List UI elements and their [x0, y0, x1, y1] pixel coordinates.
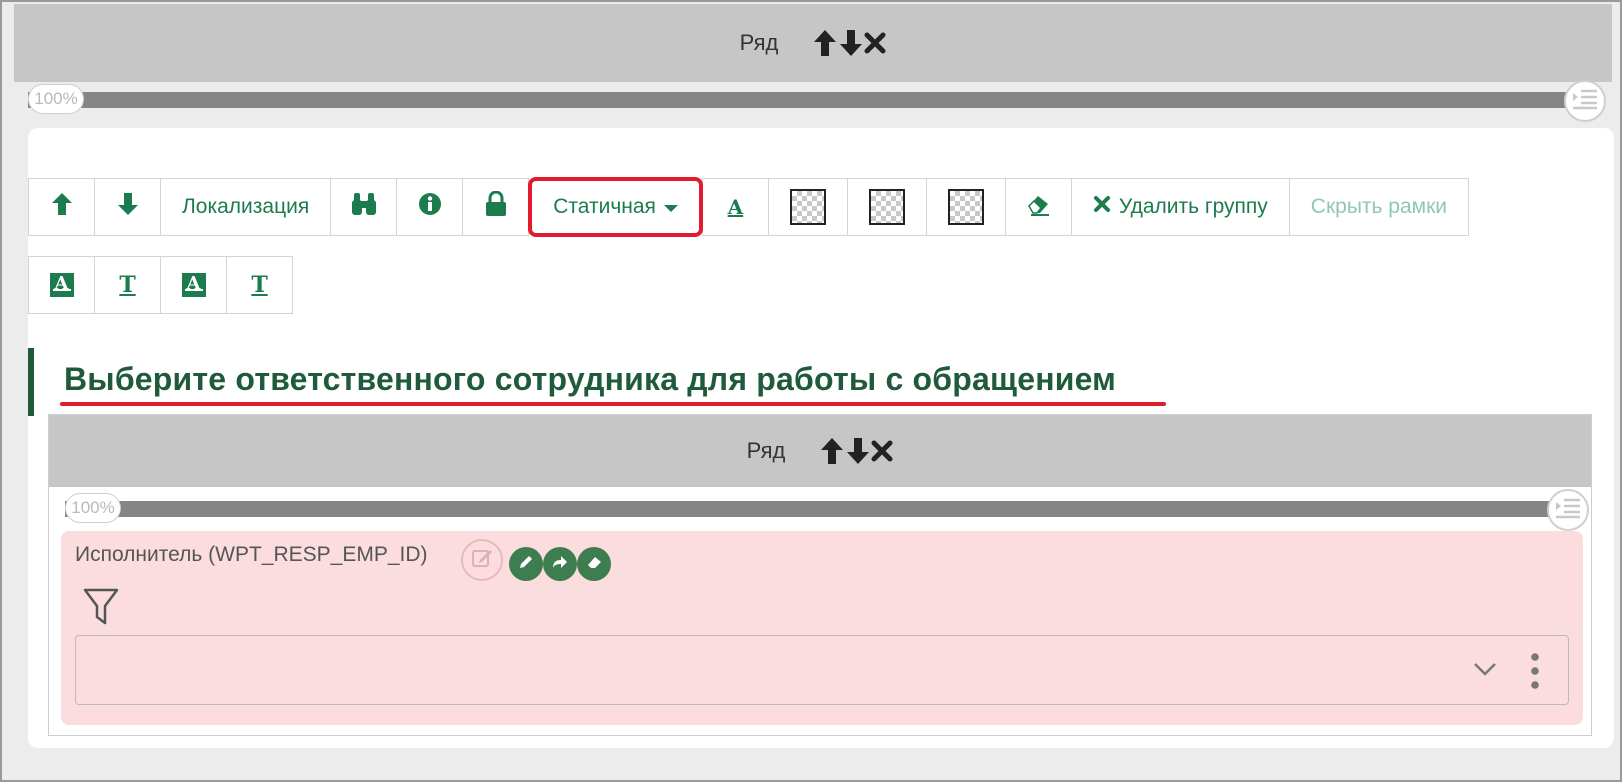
move-down-button[interactable]: [94, 178, 161, 236]
move-up-button[interactable]: [28, 178, 95, 236]
row-header: Ряд: [14, 4, 1612, 82]
field-container: Исполнитель (WPT_RESP_EMP_ID): [61, 531, 1583, 725]
executor-select[interactable]: [75, 635, 1569, 705]
search-button[interactable]: [330, 178, 398, 236]
row-move-down-icon[interactable]: [838, 28, 864, 58]
clear-button[interactable]: [577, 547, 611, 581]
inner-row-actions: [819, 436, 893, 466]
text-style-icon: T: [251, 272, 268, 298]
delete-group-button[interactable]: Удалить группу: [1070, 178, 1290, 236]
group-toolbar: Локализация Статичная A Удалить группу С…: [28, 177, 1470, 237]
row-move-down-icon[interactable]: [845, 436, 871, 466]
hide-frames-button[interactable]: Скрыть рамки: [1288, 178, 1470, 236]
width-percent: 100%: [28, 84, 84, 114]
slider-handle[interactable]: [1547, 489, 1589, 531]
text-bg-icon: A: [49, 273, 74, 297]
edit-note-icon: [471, 547, 493, 574]
hide-frames-label: Скрыть рамки: [1310, 195, 1448, 218]
title-bg-style-button[interactable]: A: [28, 256, 95, 314]
header-color-button[interactable]: [925, 178, 1006, 236]
title-text-style-button[interactable]: T: [94, 256, 161, 314]
eraser-icon: [1025, 192, 1051, 222]
row-move-up-icon[interactable]: [812, 28, 838, 58]
transparent-swatch-icon: [947, 189, 984, 225]
pencil-icon: [517, 553, 535, 576]
inner-row-label: Ряд: [746, 438, 786, 463]
text-bg-icon: A: [181, 273, 206, 297]
localization-button[interactable]: Локализация: [160, 178, 332, 236]
subtitle-text-style-button[interactable]: T: [226, 256, 293, 314]
row-width-slider[interactable]: 100%: [28, 80, 1606, 122]
subtitle-bg-style-button[interactable]: A: [160, 256, 227, 314]
transparent-swatch-icon: [868, 189, 905, 225]
row-delete-icon[interactable]: [864, 28, 886, 58]
inner-row: Ряд 100% Исполнитель (WPT_RESP_EMP_ID): [48, 414, 1592, 736]
designer-frame: Ряд 100% Локализация Статичная A Удалить…: [0, 0, 1622, 782]
group-title[interactable]: Выберите ответственного сотрудника для р…: [64, 361, 1116, 398]
background-color-button[interactable]: [767, 178, 848, 236]
info-button[interactable]: [396, 178, 464, 236]
info-icon: [418, 192, 442, 222]
text-style-toolbar: A T A T: [28, 256, 293, 314]
mode-dropdown-label: Статичная: [553, 195, 656, 218]
border-color-button[interactable]: [846, 178, 927, 236]
field-label: Исполнитель (WPT_RESP_EMP_ID): [75, 543, 428, 566]
binoculars-icon: [351, 192, 377, 222]
group-title-underline: [60, 402, 1166, 406]
width-percent: 100%: [65, 493, 121, 523]
more-vertical-icon[interactable]: [1530, 652, 1540, 695]
caret-down-icon: [663, 205, 678, 212]
font-color-icon: A: [727, 195, 744, 219]
eraser-button[interactable]: [1004, 178, 1072, 236]
list-indent-icon: [1572, 88, 1598, 115]
list-indent-icon: [1555, 497, 1581, 524]
row-actions: [812, 28, 886, 58]
group-title-accent: [28, 348, 34, 416]
mode-dropdown[interactable]: Статичная: [528, 177, 703, 237]
edit-button[interactable]: [509, 547, 543, 581]
filter-icon[interactable]: [83, 587, 119, 632]
slider-track[interactable]: [65, 501, 1571, 517]
arrow-down-icon: [117, 191, 139, 223]
inner-row-width-slider[interactable]: 100%: [65, 489, 1589, 531]
edit-field-button[interactable]: [461, 539, 503, 581]
slider-handle[interactable]: [1564, 80, 1606, 122]
row-delete-icon[interactable]: [871, 436, 893, 466]
eraser-icon: [585, 553, 603, 576]
chevron-down-icon[interactable]: [1472, 660, 1498, 683]
font-color-button[interactable]: A: [701, 178, 769, 236]
text-style-icon: T: [119, 272, 136, 298]
share-arrow-icon: [551, 553, 569, 576]
lock-icon: [484, 190, 508, 223]
slider-track[interactable]: [28, 92, 1588, 108]
lock-button[interactable]: [462, 178, 530, 236]
transparent-swatch-icon: [789, 189, 826, 225]
row-label: Ряд: [739, 30, 779, 55]
arrow-up-icon: [51, 191, 73, 223]
share-button[interactable]: [543, 547, 577, 581]
close-icon: [1093, 195, 1111, 219]
delete-group-label: Удалить группу: [1118, 195, 1268, 218]
row-move-up-icon[interactable]: [819, 436, 845, 466]
inner-row-header: Ряд: [49, 415, 1591, 487]
localization-label: Локализация: [182, 195, 310, 218]
